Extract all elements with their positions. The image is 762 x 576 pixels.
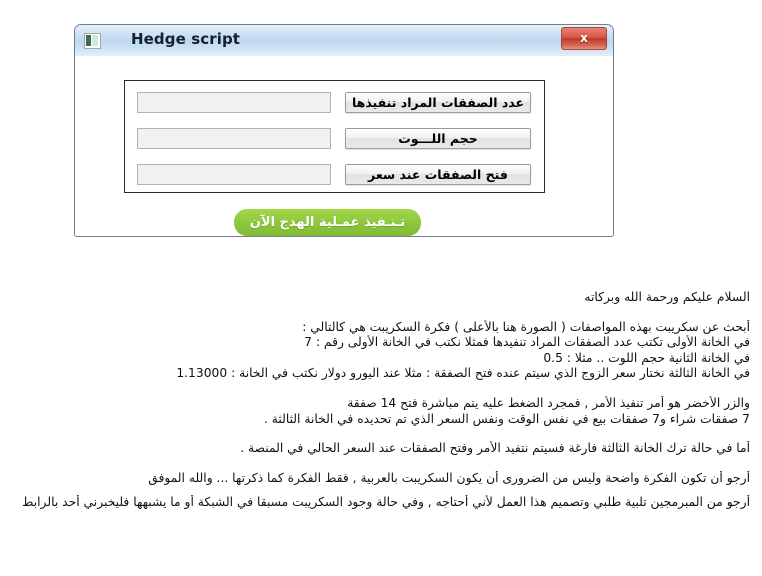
trade-count-label-button[interactable]: عدد الصفقات المراد تنفيذها xyxy=(345,92,531,113)
app-icon xyxy=(84,33,101,49)
desc-line-5: والزر الأخضر هو أمر تنفيذ الأمر , فمجرد … xyxy=(347,395,750,410)
desc-line-6: 7 صفقات شراء و7 صفقات بيع في نفس الوقت و… xyxy=(263,411,750,426)
lot-size-input[interactable] xyxy=(137,128,331,149)
desc-line-2: في الخانة الأولى تكتب عدد الصفقات المراد… xyxy=(304,335,750,350)
form-row-trade-count: عدد الصفقات المراد تنفيذها xyxy=(125,92,544,114)
close-button[interactable]: x xyxy=(561,27,607,50)
window-frame: Hedge script x عدد الصفقات المراد تنفيذه… xyxy=(74,24,614,237)
form-row-lot-size: حجم اللـــوت xyxy=(125,128,544,150)
trade-count-input[interactable] xyxy=(137,92,331,113)
window-title: Hedge script xyxy=(131,30,241,48)
desc-line-1: أبحث عن سكريبت بهذه المواصفات ( الصورة ه… xyxy=(302,319,750,334)
window-titlebar[interactable]: Hedge script x xyxy=(75,25,613,57)
execute-hedge-button[interactable]: تـنـفيذ عمـلية الهدج الآن xyxy=(234,209,421,236)
open-price-input[interactable] xyxy=(137,164,331,185)
inputs-group-box: عدد الصفقات المراد تنفيذها حجم اللـــوت … xyxy=(124,80,545,193)
description-text: السلام عليكم ورحمة الله وبركاته أبحث عن … xyxy=(0,290,762,511)
desc-line-8: أرجو أن تكون الفكرة واضحة وليس من الضرور… xyxy=(148,470,750,485)
greeting-line: السلام عليكم ورحمة الله وبركاته xyxy=(584,290,750,304)
desc-line-3: في الخانة الثانية حجم اللوت .. مثلا : 0.… xyxy=(543,350,750,365)
desc-line-9: أرجو من المبرمجين تلبية طلبي وتصميم هذا … xyxy=(22,495,750,510)
desc-line-7: أما في حالة ترك الخانة الثالثة فارغة فسي… xyxy=(240,441,750,456)
hedge-script-window: Hedge script x عدد الصفقات المراد تنفيذه… xyxy=(74,24,614,237)
desc-line-4: في الخانة الثالثة نختار سعر الزوج الذي س… xyxy=(176,366,750,381)
window-client-area: عدد الصفقات المراد تنفيذها حجم اللـــوت … xyxy=(75,56,613,236)
open-price-label-button[interactable]: فتح الصفقات عند سعر xyxy=(345,164,531,185)
form-row-open-price: فتح الصفقات عند سعر xyxy=(125,164,544,186)
lot-size-label-button[interactable]: حجم اللـــوت xyxy=(345,128,531,149)
